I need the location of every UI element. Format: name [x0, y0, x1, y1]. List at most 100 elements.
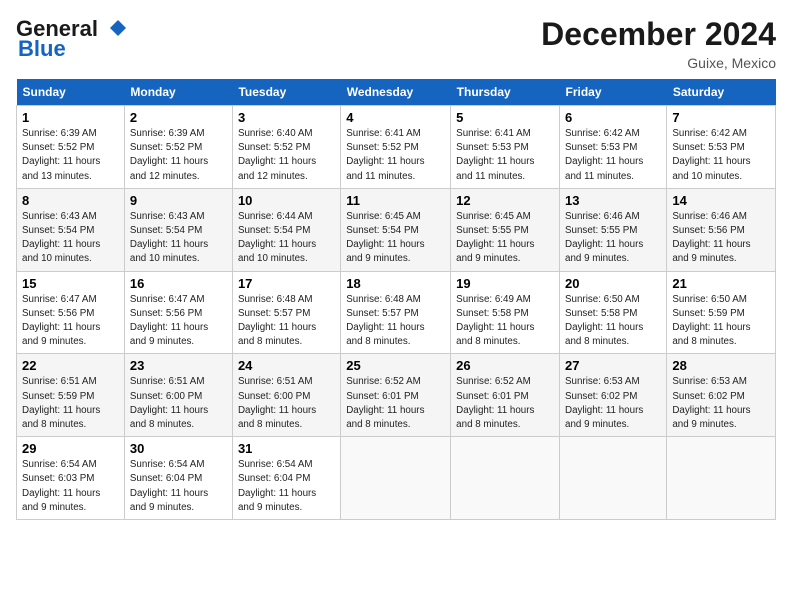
- day-info: Sunrise: 6:50 AM Sunset: 5:59 PM Dayligh…: [672, 293, 770, 350]
- day-number: 22: [22, 358, 119, 373]
- day-info: Sunrise: 6:41 AM Sunset: 5:52 PM Dayligh…: [346, 127, 445, 184]
- day-cell: 3Sunrise: 6:40 AM Sunset: 5:52 PM Daylig…: [232, 106, 340, 189]
- day-info: Sunrise: 6:42 AM Sunset: 5:53 PM Dayligh…: [565, 127, 661, 184]
- day-cell: [341, 437, 451, 520]
- day-number: 4: [346, 110, 445, 125]
- week-row-5: 29 Sunrise: 6:54 AM Sunset: 6:03 PM Dayli…: [17, 437, 776, 520]
- col-header-wednesday: Wednesday: [341, 79, 451, 106]
- day-cell: 4 Sunrise: 6:41 AM Sunset: 5:52 PM Daylig…: [341, 106, 451, 189]
- week-row-2: 8 Sunrise: 6:43 AM Sunset: 5:54 PM Daylig…: [17, 188, 776, 271]
- week-row-3: 15 Sunrise: 6:47 AM Sunset: 5:56 PM Dayli…: [17, 271, 776, 354]
- day-number: 16: [130, 276, 227, 291]
- title-block: December 2024 Guixe, Mexico: [541, 16, 776, 71]
- week-row-1: 1 Sunrise: 6:39 AM Sunset: 5:52 PM Daylig…: [17, 106, 776, 189]
- day-number: 30: [130, 441, 227, 456]
- day-number: 5: [456, 110, 554, 125]
- day-info: Sunrise: 6:45 AM Sunset: 5:54 PM Dayligh…: [346, 210, 445, 267]
- day-info: Sunrise: 6:47 AM Sunset: 5:56 PM Dayligh…: [22, 293, 119, 350]
- col-header-tuesday: Tuesday: [232, 79, 340, 106]
- logo: General Blue: [16, 16, 136, 62]
- day-cell: 5 Sunrise: 6:41 AM Sunset: 5:53 PM Daylig…: [451, 106, 560, 189]
- day-cell: 13 Sunrise: 6:46 AM Sunset: 5:55 PM Dayli…: [560, 188, 667, 271]
- day-info: Sunrise: 6:48 AM Sunset: 5:57 PM Dayligh…: [346, 293, 445, 350]
- day-info: Sunrise: 6:52 AM Sunset: 6:01 PM Dayligh…: [346, 375, 445, 432]
- day-number: 24: [238, 358, 335, 373]
- day-number: 19: [456, 276, 554, 291]
- day-number: 15: [22, 276, 119, 291]
- day-number: 8: [22, 193, 119, 208]
- day-cell: 11Sunrise: 6:45 AM Sunset: 5:54 PM Dayli…: [341, 188, 451, 271]
- day-cell: 29 Sunrise: 6:54 AM Sunset: 6:03 PM Dayli…: [17, 437, 125, 520]
- day-number: 27: [565, 358, 661, 373]
- day-cell: 16 Sunrise: 6:47 AM Sunset: 5:56 PM Dayli…: [124, 271, 232, 354]
- col-header-thursday: Thursday: [451, 79, 560, 106]
- day-info: Sunrise: 6:53 AM Sunset: 6:02 PM Dayligh…: [672, 375, 770, 432]
- day-cell: 28Sunrise: 6:53 AM Sunset: 6:02 PM Dayli…: [667, 354, 776, 437]
- day-number: 18: [346, 276, 445, 291]
- day-info: Sunrise: 6:44 AM Sunset: 5:54 PM Dayligh…: [238, 210, 335, 267]
- week-row-4: 22 Sunrise: 6:51 AM Sunset: 5:59 PM Dayli…: [17, 354, 776, 437]
- day-number: 6: [565, 110, 661, 125]
- logo-blue: Blue: [18, 36, 66, 62]
- day-cell: 23Sunrise: 6:51 AM Sunset: 6:00 PM Dayli…: [124, 354, 232, 437]
- col-header-friday: Friday: [560, 79, 667, 106]
- day-number: 20: [565, 276, 661, 291]
- day-cell: 31 Sunrise: 6:54 AM Sunset: 6:04 PM Dayli…: [232, 437, 340, 520]
- day-cell: 8 Sunrise: 6:43 AM Sunset: 5:54 PM Daylig…: [17, 188, 125, 271]
- day-info: Sunrise: 6:40 AM Sunset: 5:52 PM Dayligh…: [238, 127, 335, 184]
- day-cell: [560, 437, 667, 520]
- calendar-header-row: SundayMondayTuesdayWednesdayThursdayFrid…: [17, 79, 776, 106]
- day-cell: 25Sunrise: 6:52 AM Sunset: 6:01 PM Dayli…: [341, 354, 451, 437]
- day-number: 1: [22, 110, 119, 125]
- day-cell: 22 Sunrise: 6:51 AM Sunset: 5:59 PM Dayli…: [17, 354, 125, 437]
- day-cell: 7 Sunrise: 6:42 AM Sunset: 5:53 PM Daylig…: [667, 106, 776, 189]
- day-info: Sunrise: 6:54 AM Sunset: 6:03 PM Dayligh…: [22, 458, 119, 515]
- day-number: 29: [22, 441, 119, 456]
- page-header: General Blue December 2024 Guixe, Mexico: [16, 16, 776, 71]
- day-info: Sunrise: 6:39 AM Sunset: 5:52 PM Dayligh…: [130, 127, 227, 184]
- day-cell: [451, 437, 560, 520]
- day-number: 17: [238, 276, 335, 291]
- day-info: Sunrise: 6:53 AM Sunset: 6:02 PM Dayligh…: [565, 375, 661, 432]
- day-cell: 19 Sunrise: 6:49 AM Sunset: 5:58 PM Dayli…: [451, 271, 560, 354]
- day-cell: 9Sunrise: 6:43 AM Sunset: 5:54 PM Daylig…: [124, 188, 232, 271]
- day-cell: 14 Sunrise: 6:46 AM Sunset: 5:56 PM Dayli…: [667, 188, 776, 271]
- day-number: 9: [130, 193, 227, 208]
- day-number: 2: [130, 110, 227, 125]
- day-cell: 27 Sunrise: 6:53 AM Sunset: 6:02 PM Dayli…: [560, 354, 667, 437]
- day-cell: 17 Sunrise: 6:48 AM Sunset: 5:57 PM Dayli…: [232, 271, 340, 354]
- day-info: Sunrise: 6:43 AM Sunset: 5:54 PM Dayligh…: [22, 210, 119, 267]
- day-cell: 18 Sunrise: 6:48 AM Sunset: 5:57 PM Dayli…: [341, 271, 451, 354]
- day-number: 7: [672, 110, 770, 125]
- day-cell: [667, 437, 776, 520]
- day-info: Sunrise: 6:42 AM Sunset: 5:53 PM Dayligh…: [672, 127, 770, 184]
- day-info: Sunrise: 6:39 AM Sunset: 5:52 PM Dayligh…: [22, 127, 119, 184]
- day-number: 23: [130, 358, 227, 373]
- logo-icon: [100, 18, 136, 40]
- day-cell: 20Sunrise: 6:50 AM Sunset: 5:58 PM Dayli…: [560, 271, 667, 354]
- location: Guixe, Mexico: [541, 55, 776, 71]
- day-number: 31: [238, 441, 335, 456]
- day-number: 26: [456, 358, 554, 373]
- day-info: Sunrise: 6:41 AM Sunset: 5:53 PM Dayligh…: [456, 127, 554, 184]
- day-number: 14: [672, 193, 770, 208]
- day-info: Sunrise: 6:46 AM Sunset: 5:55 PM Dayligh…: [565, 210, 661, 267]
- day-cell: 21Sunrise: 6:50 AM Sunset: 5:59 PM Dayli…: [667, 271, 776, 354]
- day-cell: 24Sunrise: 6:51 AM Sunset: 6:00 PM Dayli…: [232, 354, 340, 437]
- col-header-sunday: Sunday: [17, 79, 125, 106]
- day-cell: 30Sunrise: 6:54 AM Sunset: 6:04 PM Dayli…: [124, 437, 232, 520]
- day-info: Sunrise: 6:54 AM Sunset: 6:04 PM Dayligh…: [238, 458, 335, 515]
- day-number: 10: [238, 193, 335, 208]
- day-cell: 1 Sunrise: 6:39 AM Sunset: 5:52 PM Daylig…: [17, 106, 125, 189]
- day-cell: 10 Sunrise: 6:44 AM Sunset: 5:54 PM Dayli…: [232, 188, 340, 271]
- day-info: Sunrise: 6:48 AM Sunset: 5:57 PM Dayligh…: [238, 293, 335, 350]
- day-info: Sunrise: 6:51 AM Sunset: 5:59 PM Dayligh…: [22, 375, 119, 432]
- day-info: Sunrise: 6:45 AM Sunset: 5:55 PM Dayligh…: [456, 210, 554, 267]
- month-title: December 2024: [541, 16, 776, 53]
- day-info: Sunrise: 6:47 AM Sunset: 5:56 PM Dayligh…: [130, 293, 227, 350]
- col-header-saturday: Saturday: [667, 79, 776, 106]
- day-number: 13: [565, 193, 661, 208]
- day-info: Sunrise: 6:46 AM Sunset: 5:56 PM Dayligh…: [672, 210, 770, 267]
- day-info: Sunrise: 6:49 AM Sunset: 5:58 PM Dayligh…: [456, 293, 554, 350]
- day-number: 12: [456, 193, 554, 208]
